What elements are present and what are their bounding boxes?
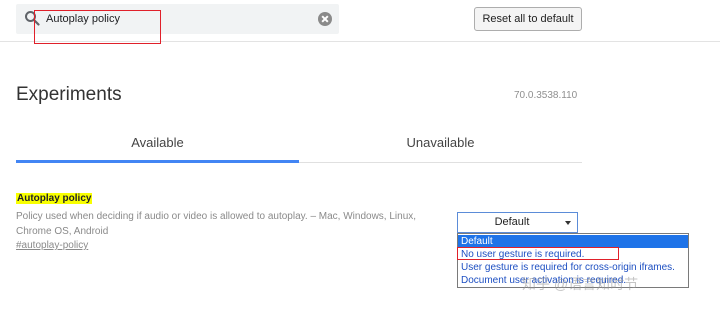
tab-unavailable[interactable]: Unavailable: [299, 126, 582, 162]
select-value: Default: [494, 216, 530, 228]
search-input[interactable]: [46, 9, 296, 29]
experiment-name: Autoplay policy: [16, 193, 93, 204]
chevron-down-icon: [565, 221, 571, 225]
experiment-select[interactable]: Default: [457, 212, 578, 233]
close-icon[interactable]: [318, 12, 332, 26]
experiment-link[interactable]: #autoplay-policy: [16, 240, 88, 251]
reset-all-button[interactable]: Reset all to default: [474, 7, 582, 31]
page-title: Experiments: [16, 84, 122, 105]
version-label: 70.0.3538.110: [514, 90, 578, 101]
active-tab-indicator: [16, 160, 299, 163]
tab-available[interactable]: Available: [16, 126, 299, 162]
search-box[interactable]: [16, 4, 339, 34]
option-no-user-gesture[interactable]: No user gesture is required.: [458, 248, 688, 261]
search-icon: [25, 11, 40, 26]
watermark: 知乎 @语言知时节: [522, 276, 639, 292]
top-bar: Reset all to default: [0, 0, 720, 44]
option-cross-origin-iframes[interactable]: User gesture is required for cross-origi…: [458, 261, 688, 274]
option-default[interactable]: Default: [458, 235, 688, 248]
experiment-description: Policy used when deciding if audio or vi…: [16, 211, 417, 237]
